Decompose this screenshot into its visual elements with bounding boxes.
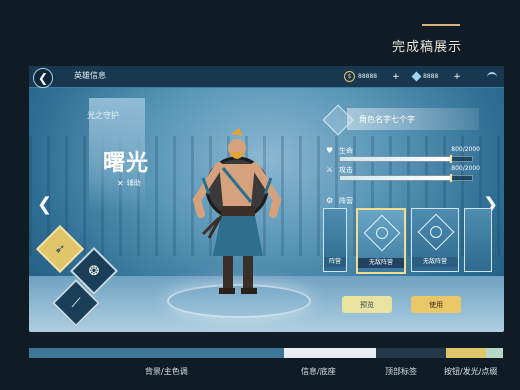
formation-card[interactable]: 无敌阵营	[411, 208, 459, 272]
back-arrow-icon: ❮	[37, 71, 49, 85]
swatch-button	[446, 348, 486, 358]
swatch-info	[284, 348, 376, 358]
palette-label: 按钮/发光/点缀	[444, 367, 498, 376]
screen-title: 英雄信息	[74, 71, 106, 80]
swatch-topbar	[376, 348, 446, 358]
palette-label: 背景/主色调	[145, 367, 188, 376]
stat-bar	[339, 155, 473, 163]
wolf-icon: ❂	[88, 263, 100, 279]
card-label: 无敌阵营	[422, 258, 447, 265]
card-label: 无敌阵营	[368, 259, 393, 266]
palette-label: 信息/底座	[301, 367, 336, 376]
hero-role: ✕ 辅助	[117, 178, 141, 188]
add-gem-button[interactable]: +	[453, 72, 461, 82]
heart-icon: ♥	[326, 146, 334, 155]
stat-bar	[339, 174, 473, 182]
formation-emblem-icon	[417, 213, 455, 251]
stat-value: 800/2000	[451, 146, 480, 153]
formation-card[interactable]	[464, 208, 492, 272]
stat-bar-fill	[340, 176, 450, 180]
claw-icon: ⟋	[71, 295, 81, 311]
use-button[interactable]: 使用	[411, 296, 461, 313]
stat-row-hp: ♥ 生命 800/2000	[326, 146, 504, 166]
stat-bar-marker	[449, 174, 452, 182]
title-accent-line	[422, 24, 460, 26]
hero-character	[192, 128, 282, 294]
coin-amount: 88888	[358, 73, 378, 80]
currency-coin: $ 88888 +	[344, 70, 400, 83]
formation-icon: ⚙	[326, 196, 334, 205]
swords-icon: ✕	[117, 178, 124, 188]
gem-icon	[411, 71, 422, 82]
hero-name: 曙光	[103, 151, 150, 176]
stat-bar-fill	[340, 157, 450, 161]
card-label: 阵营	[328, 258, 341, 265]
coin-icon: $	[344, 71, 355, 82]
color-palette	[29, 348, 503, 358]
bird-icon: ➶	[54, 241, 66, 257]
add-coin-button[interactable]: +	[392, 72, 400, 82]
hero-right-foot	[241, 288, 257, 294]
hero-role-label: 辅助	[126, 179, 141, 187]
prev-hero-button[interactable]: ❮	[37, 194, 52, 215]
hero-belt	[221, 206, 255, 216]
hero-pants	[213, 216, 263, 256]
palette-label: 顶部标签	[385, 367, 417, 376]
back-button[interactable]: ❮	[33, 68, 53, 88]
sword-icon: ⚔	[326, 165, 334, 174]
hero-left-foot	[219, 288, 235, 294]
swatch-accent	[486, 348, 503, 358]
formation-emblem-icon	[363, 214, 401, 252]
hero-right-boot	[243, 256, 253, 290]
hero-left-boot	[223, 256, 233, 290]
preview-button[interactable]: 预览	[342, 296, 392, 313]
gem-amount: 8888	[423, 73, 439, 80]
stat-value: 800/2000	[451, 165, 480, 172]
hero-hair	[231, 128, 243, 136]
formation-card-selected[interactable]: 无敌阵营	[356, 208, 406, 274]
page-title: 完成稿展示	[392, 40, 463, 55]
formation-label: 阵营	[339, 197, 353, 205]
hero-subtitle: 光之守护	[87, 111, 119, 120]
swatch-main	[29, 348, 284, 358]
character-name: 角色名字七个字	[359, 115, 415, 124]
formation-card[interactable]: 阵营	[323, 208, 347, 272]
top-bar: ❮ 英雄信息 $ 88888 + 8888 +	[29, 66, 504, 88]
game-screen: ❮ 英雄信息 $ 88888 + 8888 + 光之守护 曙光 ✕ 辅助 ❮ ❯…	[29, 66, 504, 332]
stat-bar-marker	[449, 155, 452, 163]
stat-label: 生命	[339, 147, 353, 155]
stat-label: 攻击	[339, 166, 353, 174]
wifi-icon	[487, 72, 497, 82]
stat-row-attack: ⚔ 攻击 800/2000	[326, 165, 504, 185]
currency-gem: 8888 +	[411, 70, 461, 83]
